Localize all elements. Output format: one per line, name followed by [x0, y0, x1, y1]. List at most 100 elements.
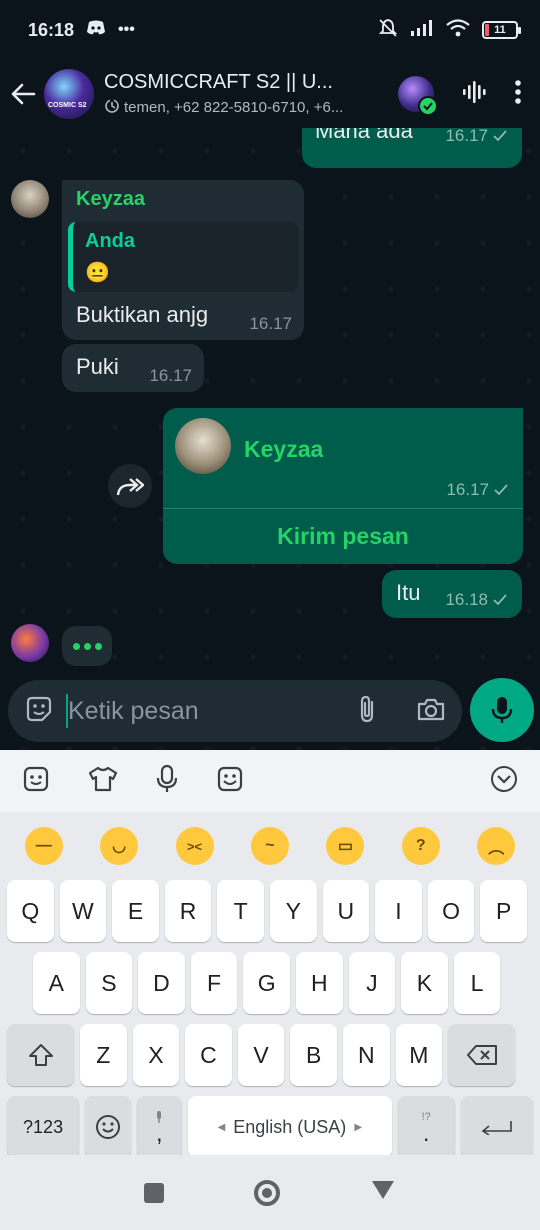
message-incoming[interactable]: Puki 16.17	[62, 344, 204, 392]
key-h[interactable]: H	[295, 952, 343, 1014]
group-subtitle-row: temen, +62 822-5810-6710, +6...	[104, 98, 354, 118]
key-w[interactable]: W	[59, 880, 107, 942]
key-e[interactable]: E	[112, 880, 159, 942]
enter-key[interactable]	[460, 1096, 533, 1158]
back-triangle-icon[interactable]	[370, 1179, 396, 1206]
sent-check-icon	[494, 484, 508, 496]
more-options-icon[interactable]	[514, 79, 522, 110]
shift-key[interactable]	[7, 1024, 74, 1086]
key-i[interactable]: I	[375, 880, 422, 942]
key-j[interactable]: J	[348, 952, 396, 1014]
home-circle-icon[interactable]	[254, 1179, 280, 1206]
sticker-icon[interactable]	[24, 694, 54, 729]
sticker-toolbar-icon[interactable]	[22, 765, 50, 798]
message-text: Mana ada	[315, 128, 413, 143]
system-nav-bar	[0, 1155, 540, 1230]
message-outgoing[interactable]: Itu 16.18	[382, 570, 522, 618]
check-icon	[418, 96, 438, 116]
key-g[interactable]: G	[243, 952, 290, 1014]
grinning-face-emoji[interactable]: ▭	[326, 827, 365, 865]
quoted-text: 😐	[85, 262, 110, 284]
keyboard: — ◡ >< ~ ▭ ? ︵ Q W E R T Y U I O P A S D…	[0, 750, 540, 1158]
voice-record-button[interactable]	[470, 678, 534, 742]
symbols-key[interactable]: ?123	[7, 1096, 80, 1158]
key-t[interactable]: T	[217, 880, 264, 942]
chevron-right-icon: ▶	[354, 1121, 363, 1133]
key-c[interactable]: C	[185, 1024, 232, 1086]
key-p[interactable]: P	[480, 880, 527, 942]
recents-square-icon[interactable]	[144, 1182, 164, 1203]
key-row-2: A S D F G H J K L	[0, 952, 540, 1014]
more-notifications-icon: •••	[118, 21, 135, 38]
message-text: Itu	[396, 580, 421, 605]
emoji-toolbar-icon[interactable]	[216, 765, 244, 798]
collapse-chevron-icon[interactable]	[490, 765, 518, 798]
space-key[interactable]: ◀ English (USA) ▶	[188, 1096, 392, 1158]
forward-button[interactable]	[108, 464, 152, 508]
message-time: 16.17	[149, 366, 192, 385]
disappointed-face-emoji[interactable]: ︵	[477, 827, 516, 865]
message-outgoing[interactable]: Mana ada 16.17	[302, 128, 522, 168]
key-u[interactable]: U	[322, 880, 370, 942]
group-title: COSMICCRAFT S2 || U...	[104, 70, 333, 93]
backspace-key[interactable]	[448, 1024, 516, 1086]
voice-chat-icon[interactable]	[460, 78, 488, 111]
thinking-face-emoji[interactable]: ?	[401, 827, 440, 865]
message-meta: 16.18	[445, 590, 508, 610]
key-z[interactable]: Z	[80, 1024, 127, 1086]
contact-card-message[interactable]: Keyzaa 16.17 Kirim pesan	[163, 408, 523, 564]
neutral-face-emoji[interactable]: —	[24, 827, 63, 865]
battery-level: 11	[494, 24, 506, 36]
group-members: temen, +62 822-5810-6710, +6...	[124, 99, 344, 116]
key-s[interactable]: S	[85, 952, 133, 1014]
period-label: .	[423, 1120, 430, 1146]
key-f[interactable]: F	[190, 952, 238, 1014]
emoji-icon	[95, 1115, 120, 1139]
key-b[interactable]: B	[290, 1024, 337, 1086]
key-y[interactable]: Y	[269, 880, 317, 942]
key-m[interactable]: M	[395, 1024, 443, 1086]
message-incoming[interactable]: Keyzaa Anda 😐 Buktikan anjg 16.17	[62, 180, 304, 340]
camera-icon[interactable]	[416, 696, 446, 727]
comma-key[interactable]: ,	[136, 1096, 183, 1158]
group-info[interactable]: COSMICCRAFT S2 || U... temen, +62 822-58…	[104, 71, 354, 118]
theme-icon[interactable]	[88, 765, 118, 798]
unamused-face-emoji[interactable]: ~	[250, 827, 289, 865]
voice-input-icon[interactable]	[156, 764, 178, 799]
key-a[interactable]: A	[33, 952, 80, 1014]
key-d[interactable]: D	[138, 952, 185, 1014]
keyboard-toolbar	[0, 750, 540, 812]
sender-avatar[interactable]	[11, 180, 49, 218]
contact-avatar[interactable]	[175, 418, 231, 474]
squinting-tongue-emoji[interactable]: ><	[175, 827, 214, 865]
key-l[interactable]: L	[453, 952, 501, 1014]
quoted-message[interactable]: Anda 😐	[68, 222, 298, 292]
key-q[interactable]: Q	[7, 880, 54, 942]
key-k[interactable]: K	[401, 952, 448, 1014]
quoted-author: Anda	[85, 230, 135, 252]
key-x[interactable]: X	[132, 1024, 180, 1086]
send-message-button[interactable]: Kirim pesan	[163, 509, 523, 564]
period-key[interactable]: !? .	[397, 1096, 455, 1158]
key-row-3: Z X C V B N M	[0, 1024, 540, 1086]
sent-check-icon	[493, 130, 507, 142]
typing-avatar[interactable]	[11, 624, 49, 662]
emoji-suggestions: — ◡ >< ~ ▭ ? ︵	[0, 812, 540, 880]
sent-check-icon	[493, 594, 507, 606]
smiling-face-emoji[interactable]: ◡	[100, 827, 139, 865]
emoji-key[interactable]	[85, 1096, 131, 1158]
key-o[interactable]: O	[427, 880, 475, 942]
group-avatar[interactable]: COSMIC S2	[44, 69, 94, 119]
chevron-left-icon: ◀	[217, 1121, 226, 1133]
chat-area[interactable]: Mana ada 16.17 Keyzaa Anda 😐 Buktikan an…	[0, 128, 540, 750]
message-time: 16.18	[445, 590, 488, 609]
message-input[interactable]	[68, 696, 328, 726]
attach-icon[interactable]	[354, 694, 380, 729]
key-r[interactable]: R	[164, 880, 212, 942]
back-arrow-icon[interactable]	[10, 81, 40, 107]
community-avatar[interactable]	[398, 76, 438, 116]
key-v[interactable]: V	[237, 1024, 285, 1086]
message-sender: Keyzaa	[76, 188, 145, 210]
forward-icon	[116, 478, 144, 496]
key-n[interactable]: N	[342, 1024, 390, 1086]
